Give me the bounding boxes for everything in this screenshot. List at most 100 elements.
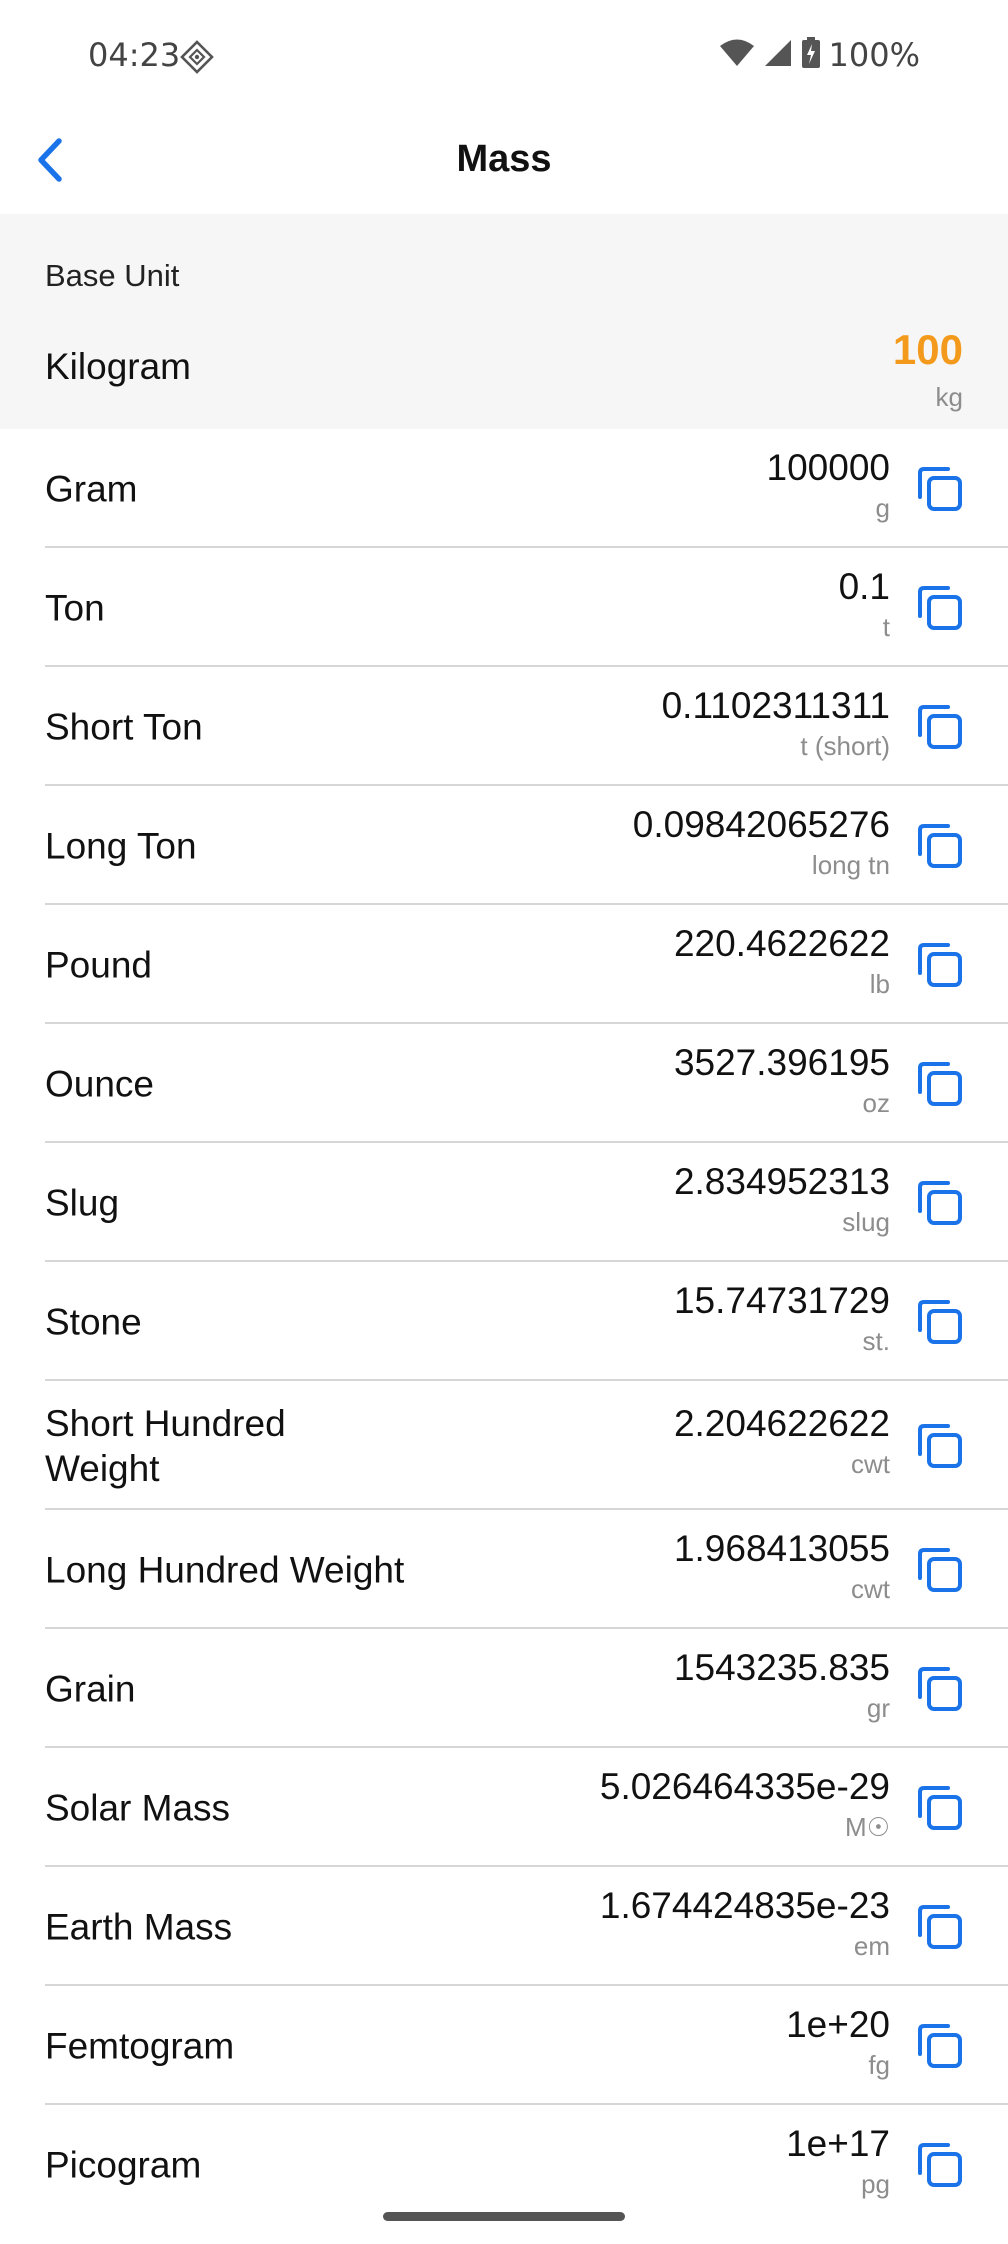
copy-icon [918, 704, 962, 749]
copy-icon [918, 1180, 962, 1225]
home-indicator[interactable] [383, 2212, 625, 2221]
unit-value: 3527.396195 [673, 1042, 890, 1083]
unit-symbol: gr [866, 1693, 890, 1723]
copy-icon [918, 2023, 962, 2068]
copy-button[interactable] [914, 2139, 966, 2191]
copy-button[interactable] [914, 582, 966, 634]
copy-button[interactable] [914, 1901, 966, 1953]
copy-icon [918, 1666, 962, 1711]
unit-name: Femtogram [45, 2025, 235, 2066]
copy-icon [918, 1547, 962, 1592]
copy-button[interactable] [914, 820, 966, 872]
copy-button[interactable] [914, 1296, 966, 1348]
base-unit-label: Base Unit [45, 258, 180, 293]
unit-name: Ounce [45, 1063, 155, 1104]
battery-percent: 100% [828, 36, 920, 74]
copy-icon [918, 585, 962, 630]
unit-name: Short Hundred Weight [45, 1402, 286, 1489]
unit-row-stone[interactable]: Stone 15.74731729 st. [0, 1262, 1008, 1381]
unit-symbol: st. [862, 1326, 890, 1356]
unit-value: 5.026464335e-29 [599, 1766, 890, 1807]
copy-icon [918, 1299, 962, 1344]
unit-row-picogram[interactable]: Picogram 1e+17 pg [0, 2105, 1008, 2224]
status-icons: 100% [719, 36, 920, 74]
wifi-icon [719, 38, 755, 73]
unit-row-grain[interactable]: Grain 1543235.835 gr [0, 1629, 1008, 1748]
unit-row-long-hundred-weight[interactable]: Long Hundred Weight 1.968413055 cwt [0, 1510, 1008, 1629]
unit-value: 1e+17 [786, 2123, 890, 2164]
copy-button[interactable] [914, 2020, 966, 2072]
unit-name: Picogram [45, 2144, 202, 2185]
copy-button[interactable] [914, 1663, 966, 1715]
copy-button[interactable] [914, 1544, 966, 1596]
unit-value: 220.4622622 [673, 923, 890, 964]
unit-value: 0.1102311311 [661, 685, 890, 726]
battery-charging-icon [801, 36, 821, 74]
unit-row-slug[interactable]: Slug 2.834952313 slug [0, 1143, 1008, 1262]
unit-name: Long Hundred Weight [45, 1549, 405, 1590]
base-unit-name[interactable]: Kilogram [45, 346, 191, 388]
header: Mass [0, 110, 1008, 214]
unit-value: 0.1 [838, 566, 890, 607]
unit-value: 0.09842065276 [632, 804, 890, 845]
unit-value: 2.204622622 [673, 1403, 890, 1444]
unit-row-femtogram[interactable]: Femtogram 1e+20 fg [0, 1986, 1008, 2105]
unit-name: Short Ton [45, 706, 203, 747]
copy-button[interactable] [914, 1420, 966, 1472]
unit-row-earth-mass[interactable]: Earth Mass 1.674424835e-23 em [0, 1867, 1008, 1986]
copy-icon [918, 1904, 962, 1949]
unit-symbol: long tn [811, 850, 890, 880]
unit-row-solar-mass[interactable]: Solar Mass 5.026464335e-29 M☉ [0, 1748, 1008, 1867]
unit-value: 1.968413055 [673, 1528, 890, 1569]
unit-name: Solar Mass [45, 1787, 231, 1828]
base-unit-section: Base Unit Kilogram 100 kg [0, 214, 1008, 429]
unit-symbol: M☉ [845, 1812, 890, 1842]
unit-symbol: em [853, 1931, 890, 1961]
unit-name: Gram [45, 468, 138, 509]
copy-button[interactable] [914, 1058, 966, 1110]
copy-icon [918, 1423, 962, 1468]
unit-row-ounce[interactable]: Ounce 3527.396195 oz [0, 1024, 1008, 1143]
unit-name: Long Ton [45, 825, 197, 866]
unit-symbol: lb [869, 969, 890, 999]
copy-button[interactable] [914, 463, 966, 515]
unit-name: Ton [45, 587, 105, 628]
status-time: 04:23 [88, 36, 181, 74]
status-bar: 04:23 100% [0, 0, 1008, 110]
unit-value: 100000 [766, 447, 890, 488]
unit-row-short-hundred-weight[interactable]: Short Hundred Weight 2.204622622 cwt [0, 1381, 1008, 1510]
unit-symbol: oz [862, 1088, 890, 1118]
copy-button[interactable] [914, 939, 966, 991]
unit-symbol: g [875, 493, 890, 523]
copy-icon [918, 823, 962, 868]
unit-row-short-ton[interactable]: Short Ton 0.1102311311 t (short) [0, 667, 1008, 786]
unit-symbol: t [882, 612, 890, 642]
unit-row-long-ton[interactable]: Long Ton 0.09842065276 long tn [0, 786, 1008, 905]
copy-icon [918, 466, 962, 511]
unit-symbol: cwt [851, 1449, 890, 1479]
copy-icon [918, 1785, 962, 1830]
base-unit-symbol: kg [935, 382, 963, 412]
unit-symbol: t (short) [800, 731, 890, 761]
navigation-icon [180, 40, 214, 74]
unit-name: Grain [45, 1668, 136, 1709]
unit-value: 1543235.835 [673, 1647, 890, 1688]
copy-button[interactable] [914, 701, 966, 753]
unit-value: 1.674424835e-23 [599, 1885, 890, 1926]
unit-row-ton[interactable]: Ton 0.1 t [0, 548, 1008, 667]
unit-symbol: fg [868, 2050, 890, 2080]
unit-value: 1e+20 [786, 2004, 890, 2045]
copy-button[interactable] [914, 1782, 966, 1834]
unit-symbol: slug [842, 1207, 890, 1237]
unit-name: Stone [45, 1301, 142, 1342]
copy-icon [918, 2142, 962, 2187]
unit-name: Pound [45, 944, 152, 985]
unit-name: Slug [45, 1182, 120, 1223]
unit-value: 2.834952313 [673, 1161, 890, 1202]
unit-symbol: cwt [851, 1574, 890, 1604]
copy-icon [918, 1061, 962, 1106]
unit-row-gram[interactable]: Gram 100000 g [0, 429, 1008, 548]
copy-button[interactable] [914, 1177, 966, 1229]
base-value-input[interactable]: 100 [893, 326, 963, 374]
unit-row-pound[interactable]: Pound 220.4622622 lb [0, 905, 1008, 1024]
